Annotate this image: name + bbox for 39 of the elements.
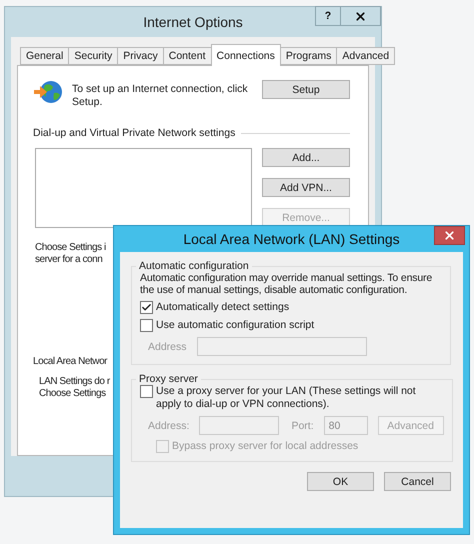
close-button[interactable] xyxy=(434,226,465,245)
description-text: Automatic configuration may override manual settings. To ensure the use of manual settings, disable automatic configuration. xyxy=(140,272,434,296)
section-heading: Dial-up and Virtual Private Network settings xyxy=(33,127,236,139)
tab[interactable]: Advanced xyxy=(336,47,396,65)
tab[interactable]: Privacy xyxy=(117,47,164,65)
tab[interactable]: Programs xyxy=(280,47,338,65)
checkbox-label: Automatically detect settings xyxy=(156,301,290,314)
settings-text: server for a conn xyxy=(35,254,102,266)
checkbox[interactable] xyxy=(140,319,153,332)
setup-button[interactable]: Setup xyxy=(262,80,350,99)
field-label: Address xyxy=(148,340,187,352)
help-button[interactable]: ? xyxy=(315,6,341,26)
lan-text: Choose Settings xyxy=(39,388,106,400)
field-label: Address: xyxy=(148,420,190,432)
checkbox-label: Use a proxy server for your LAN (These settings will not apply to dial-up or VPN connections). xyxy=(156,385,417,411)
dialog-button[interactable]: OK xyxy=(307,472,374,491)
window-title: Local Area Network (LAN) Settings xyxy=(183,231,400,247)
group-heading: Proxy server xyxy=(138,373,199,385)
dialog-button[interactable]: Cancel xyxy=(384,472,451,491)
dialup-button[interactable]: Add... xyxy=(262,148,350,167)
checkbox-label: Bypass proxy server for local addresses xyxy=(172,440,358,453)
tab[interactable]: Security xyxy=(68,47,118,65)
tab[interactable]: Content xyxy=(162,47,212,65)
tab[interactable]: General xyxy=(20,47,70,65)
globe-icon xyxy=(33,80,64,104)
checkbox[interactable] xyxy=(140,301,153,314)
close-icon xyxy=(354,10,367,22)
tab[interactable]: Connections xyxy=(210,44,281,66)
setup-text: To set up an Internet connection, click Setup. xyxy=(72,82,249,109)
checkbox-label: Use automatic configuration script xyxy=(156,319,314,332)
window-title: Internet Options xyxy=(143,14,243,30)
field-label: Port: xyxy=(291,420,314,432)
close-icon xyxy=(443,229,456,242)
group-heading: Automatic configuration xyxy=(138,260,250,272)
lan-text: LAN Settings do r xyxy=(39,376,110,388)
dialup-button[interactable]: Add VPN... xyxy=(262,178,350,197)
close-button[interactable] xyxy=(341,6,381,26)
settings-text: Choose Settings i xyxy=(35,242,106,254)
section-heading: Local Area Networ xyxy=(33,356,108,368)
